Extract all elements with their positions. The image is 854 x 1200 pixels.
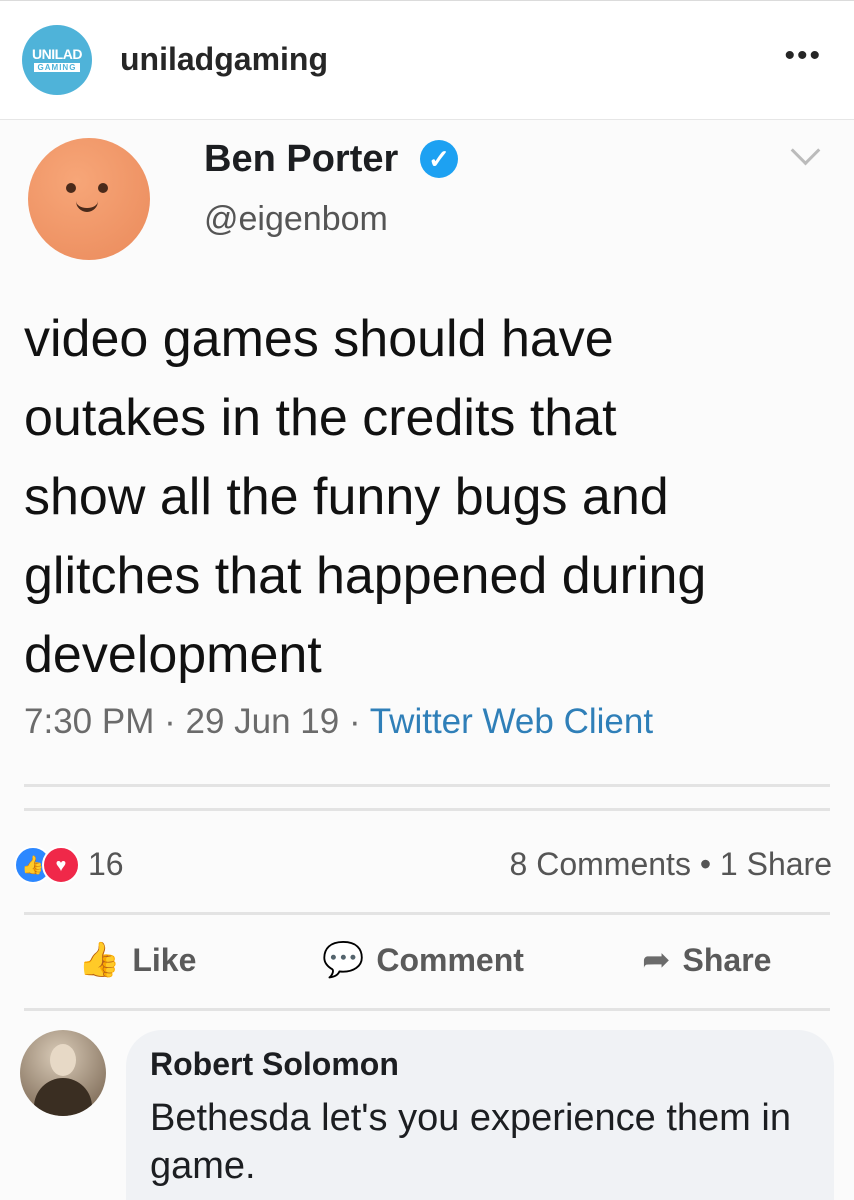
like-label: Like (132, 941, 197, 978)
divider (24, 912, 830, 915)
avatar-suit (34, 1078, 92, 1116)
avatar-eye (66, 183, 76, 193)
reaction-count: 16 (88, 846, 124, 882)
divider (24, 808, 830, 811)
meta-separator: · (164, 702, 176, 741)
commenter-name[interactable]: Robert Solomon (150, 1046, 399, 1083)
avatar-logo-text: UNILAD (32, 46, 82, 62)
thumbs-up-icon: 👍 (78, 941, 121, 979)
instagram-username[interactable]: uniladgaming (120, 41, 328, 78)
divider (24, 1008, 830, 1011)
instagram-header: UNILAD GAMING uniladgaming ••• (0, 0, 854, 121)
like-button[interactable]: 👍 Like (78, 940, 196, 980)
share-button[interactable]: ➦ Share (642, 940, 771, 980)
love-reaction-icon: ♥ (42, 846, 80, 884)
share-label: Share (682, 941, 772, 978)
avatar-mouth (76, 196, 98, 212)
tweet-date: 29 Jun 19 (185, 702, 340, 741)
tweet-text: video games should have outakes in the c… (24, 310, 707, 684)
meta-separator: · (348, 702, 361, 741)
verified-badge-icon: ✓ (420, 140, 458, 178)
tweet-client: Twitter Web Client (369, 702, 654, 741)
tweet-author-avatar (28, 138, 150, 260)
uniladgaming-avatar[interactable]: UNILAD GAMING (22, 25, 92, 95)
divider (24, 784, 830, 787)
avatar-face (50, 1044, 76, 1076)
avatar-eye (98, 183, 108, 193)
tweet-author-handle: @eigenbom (204, 200, 388, 238)
tweet-author-name: Ben Porter (204, 138, 399, 180)
avatar-logo-subtext: GAMING (34, 63, 80, 72)
comment-button[interactable]: 💬 Comment (322, 940, 524, 980)
comments-shares-count[interactable]: 8 Comments • 1 Share (510, 846, 832, 883)
share-arrow-icon: ➦ (642, 941, 671, 979)
commenter-avatar[interactable] (20, 1030, 106, 1116)
tweet-meta: 7:30 PM · 29 Jun 19 · Twitter Web Client (24, 702, 653, 742)
more-options-icon[interactable]: ••• (784, 39, 822, 73)
comment-text: Bethesda let's you experience them in ga… (150, 1097, 791, 1187)
comment-label: Comment (376, 941, 524, 978)
comment-icon: 💬 (322, 941, 365, 979)
tweet-time: 7:30 PM (24, 702, 155, 741)
